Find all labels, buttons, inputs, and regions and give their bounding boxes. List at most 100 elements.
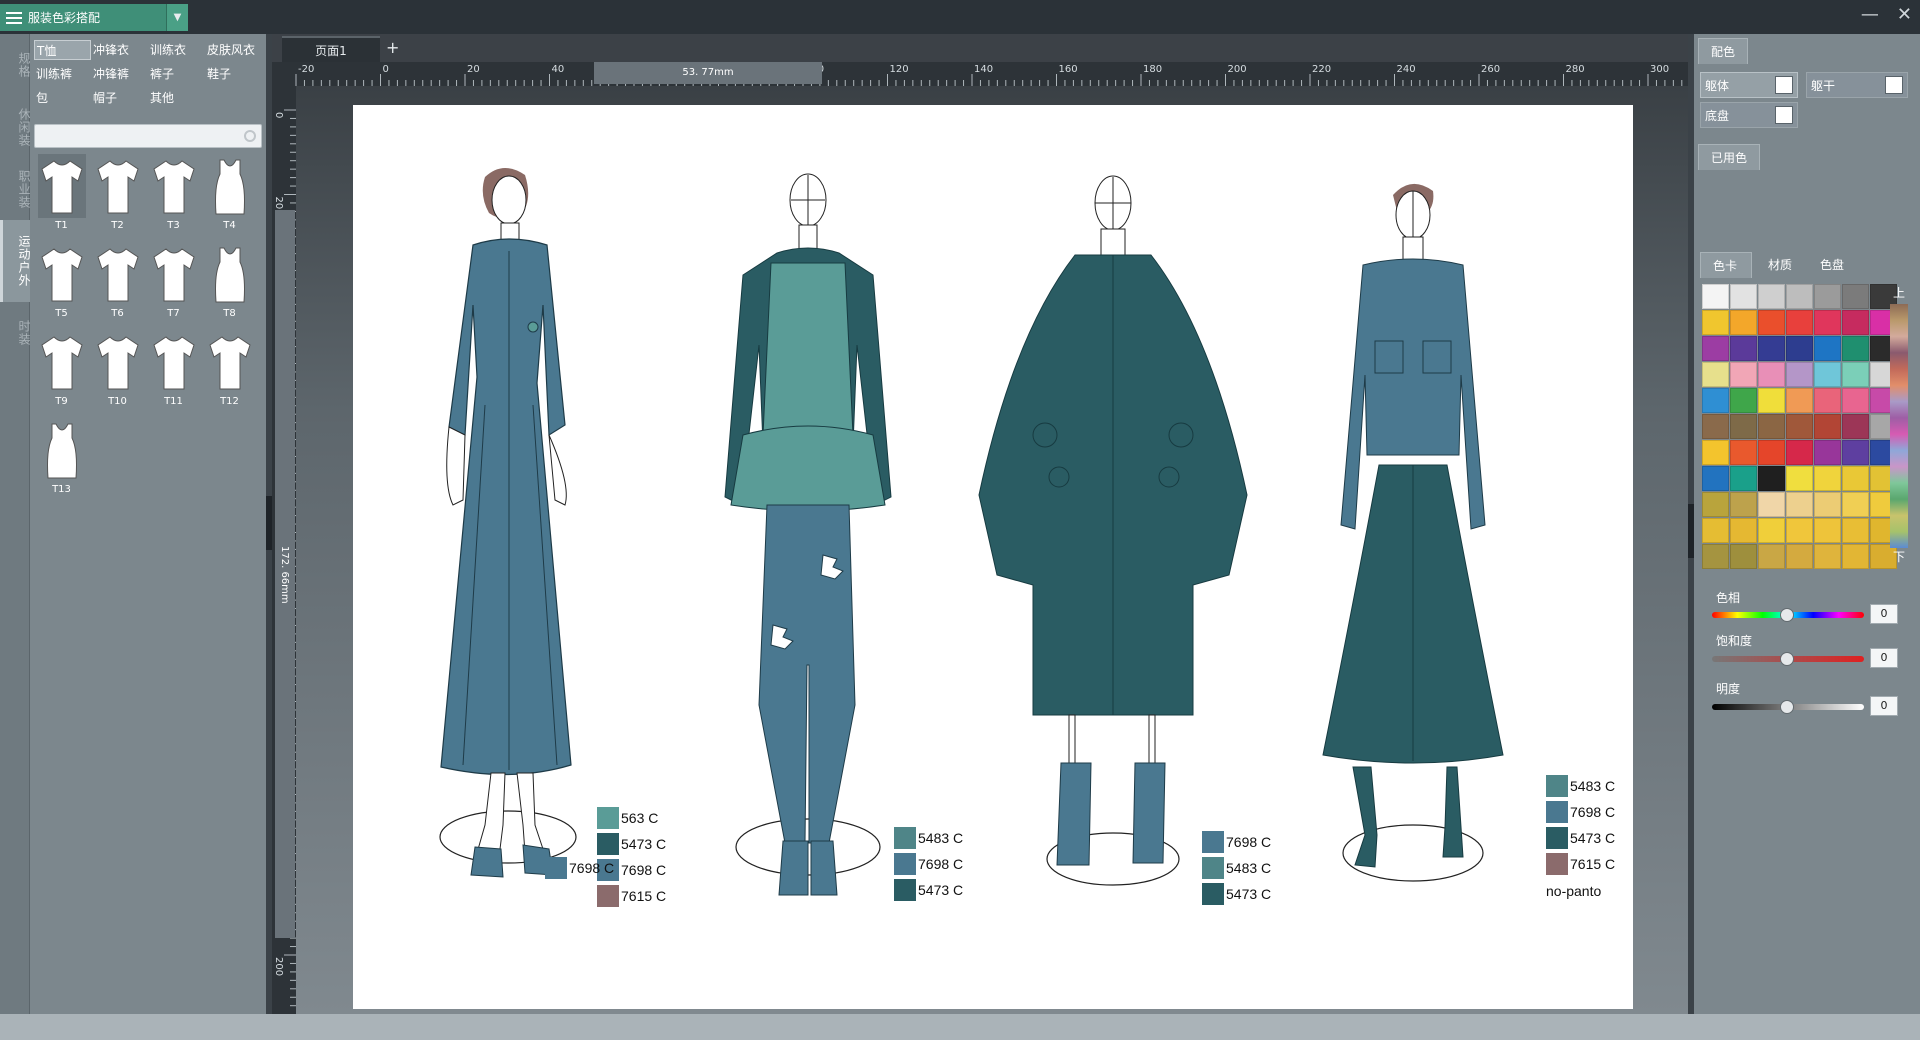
library-category[interactable]: 冲锋衣	[91, 40, 148, 60]
palette-swatch[interactable]	[1842, 284, 1869, 309]
swatch-chip[interactable]	[894, 853, 916, 875]
library-category[interactable]: T恤	[34, 40, 91, 60]
palette-swatch[interactable]	[1702, 336, 1729, 361]
close-button[interactable]: ✕	[1897, 4, 1912, 25]
garment-thumbnail[interactable]: T3	[146, 154, 201, 238]
library-category[interactable]: 帽子	[91, 88, 148, 108]
palette-swatch[interactable]	[1758, 310, 1785, 335]
swatch-row[interactable]: 5483 C	[1546, 773, 1615, 799]
swatch-chip[interactable]	[597, 885, 619, 907]
garment-thumbnail[interactable]: T8	[202, 242, 257, 326]
palette-scroller[interactable]: 上 下	[1890, 284, 1908, 568]
torso-color-box[interactable]	[1885, 76, 1903, 94]
palette-swatch[interactable]	[1702, 388, 1729, 413]
base-color-box[interactable]	[1775, 106, 1793, 124]
figure-1-dress[interactable]	[439, 167, 577, 878]
figure-4-shirt-skirt[interactable]	[1322, 183, 1504, 882]
palette-swatch[interactable]	[1814, 388, 1841, 413]
swatch-row[interactable]: 7698 C	[545, 855, 614, 881]
palette-swatch[interactable]	[1702, 544, 1729, 569]
palette-swatch[interactable]	[1842, 310, 1869, 335]
garment-thumbnail[interactable]: T11	[146, 330, 201, 414]
vtab-0[interactable]: 规格	[0, 34, 31, 96]
library-category[interactable]: 皮肤风衣	[205, 40, 262, 60]
swatch-row[interactable]: 7615 C	[597, 883, 666, 909]
palette-swatch[interactable]	[1758, 284, 1785, 309]
palette-swatch[interactable]	[1702, 518, 1729, 543]
library-category[interactable]: 训练衣	[148, 40, 205, 60]
palette-swatch[interactable]	[1730, 362, 1757, 387]
palette-swatch[interactable]	[1786, 388, 1813, 413]
swatch-row[interactable]: 5473 C	[1546, 825, 1615, 851]
add-tab-button[interactable]: +	[386, 38, 399, 57]
garment-thumbnail[interactable]: T13	[34, 418, 89, 502]
palette-swatch[interactable]	[1702, 414, 1729, 439]
swatch-chip[interactable]	[894, 827, 916, 849]
palette-swatch[interactable]	[1758, 362, 1785, 387]
swatch-chip[interactable]	[1546, 775, 1568, 797]
hue-slider-knob[interactable]	[1780, 608, 1794, 622]
swatch-row[interactable]: 5473 C	[1202, 881, 1271, 907]
palette-swatch[interactable]	[1786, 440, 1813, 465]
palette-swatch[interactable]	[1702, 466, 1729, 491]
brightness-slider-knob[interactable]	[1780, 700, 1794, 714]
palette-swatch[interactable]	[1758, 414, 1785, 439]
palette-swatch[interactable]	[1814, 414, 1841, 439]
palette-swatch[interactable]	[1814, 466, 1841, 491]
chevron-down-icon[interactable]: ▼	[166, 4, 188, 31]
palette-swatch[interactable]	[1786, 492, 1813, 517]
palette-swatch[interactable]	[1814, 518, 1841, 543]
swatch-chip[interactable]	[1546, 827, 1568, 849]
palette-swatch[interactable]	[1786, 362, 1813, 387]
palette-swatch[interactable]	[1758, 336, 1785, 361]
palette-swatch[interactable]	[1758, 544, 1785, 569]
palette-swatch[interactable]	[1730, 544, 1757, 569]
swatch-chip[interactable]	[1202, 831, 1224, 853]
library-search-input[interactable]	[34, 124, 262, 148]
library-category[interactable]: 鞋子	[205, 64, 262, 84]
palette-swatch[interactable]	[1786, 518, 1813, 543]
swatch-chip[interactable]	[597, 833, 619, 855]
palette-swatch[interactable]	[1702, 492, 1729, 517]
base-color-row[interactable]: 底盘	[1700, 102, 1798, 128]
palette-swatch[interactable]	[1786, 284, 1813, 309]
swatch-row[interactable]: 5483 C	[894, 825, 963, 851]
garment-thumbnail[interactable]: T9	[34, 330, 89, 414]
swatch-chip[interactable]	[545, 857, 567, 879]
palette-swatch[interactable]	[1842, 440, 1869, 465]
palette-scroll-strip[interactable]	[1890, 304, 1908, 548]
palette-swatch[interactable]	[1758, 440, 1785, 465]
library-category[interactable]: 训练裤	[34, 64, 91, 84]
palette-swatch[interactable]	[1786, 310, 1813, 335]
palette-swatch[interactable]	[1786, 544, 1813, 569]
palette-swatch[interactable]	[1758, 492, 1785, 517]
garment-thumbnail[interactable]: T1	[34, 154, 89, 238]
palette-swatch[interactable]	[1730, 466, 1757, 491]
palette-swatch[interactable]	[1730, 414, 1757, 439]
palette-swatch[interactable]	[1814, 440, 1841, 465]
palette-swatch[interactable]	[1758, 518, 1785, 543]
garment-thumbnail[interactable]: T7	[146, 242, 201, 326]
palette-swatch[interactable]	[1842, 362, 1869, 387]
swatch-row[interactable]: 5483 C	[1202, 855, 1271, 881]
palette-swatch[interactable]	[1814, 362, 1841, 387]
swatch-chip[interactable]	[1202, 883, 1224, 905]
palette-swatch[interactable]	[1842, 544, 1869, 569]
vtab-1[interactable]: 休闲装	[0, 96, 31, 158]
palette-swatch[interactable]	[1758, 466, 1785, 491]
palette-swatch[interactable]	[1842, 414, 1869, 439]
swatch-chip[interactable]	[597, 807, 619, 829]
tab-page-1[interactable]: 页面1	[282, 36, 380, 62]
vtab-3[interactable]: 运动户外	[0, 220, 31, 302]
palette-swatch[interactable]	[1786, 466, 1813, 491]
tab-color-card[interactable]: 色卡	[1700, 252, 1752, 278]
palette-swatch[interactable]	[1758, 388, 1785, 413]
palette-swatch[interactable]	[1730, 336, 1757, 361]
library-category[interactable]: 包	[34, 88, 91, 108]
torso-color-row[interactable]: 躯干	[1806, 72, 1908, 98]
tab-used-colors[interactable]: 已用色	[1698, 144, 1761, 170]
palette-swatch[interactable]	[1702, 310, 1729, 335]
swatch-row[interactable]: 7615 C	[1546, 851, 1615, 877]
palette-swatch[interactable]	[1730, 284, 1757, 309]
swatch-chip[interactable]	[1546, 801, 1568, 823]
